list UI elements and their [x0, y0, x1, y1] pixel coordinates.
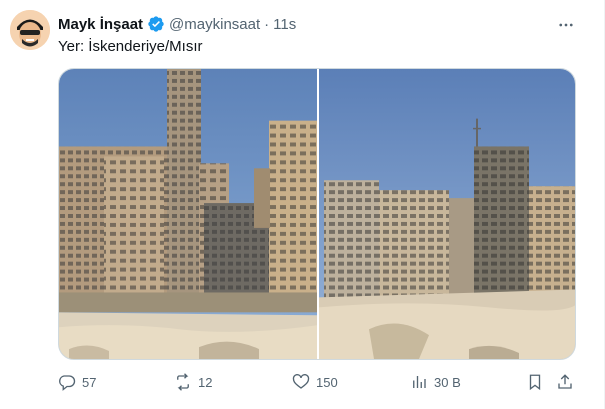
verified-badge-icon [147, 15, 165, 33]
share-button[interactable] [556, 371, 574, 393]
like-count: 150 [316, 374, 338, 390]
media-photo-2[interactable] [319, 69, 575, 359]
repost-icon [177, 373, 189, 391]
tweet-text: Yer: İskenderiye/Mısır [58, 38, 203, 55]
separator-dot: · [264, 15, 270, 33]
author-name[interactable]: Mayk İnşaat [58, 16, 143, 33]
like-button[interactable]: 150 [292, 371, 338, 393]
view-count: 30 B [434, 374, 461, 390]
bookmark-icon [529, 374, 541, 391]
tweet-actions: 57 12 150 30 B [58, 371, 578, 393]
share-icon [558, 374, 572, 389]
media-grid [58, 68, 576, 360]
views-chart-icon [413, 376, 426, 388]
more-dots-icon [559, 23, 573, 27]
reply-count: 57 [82, 374, 97, 390]
repost-count: 12 [198, 374, 213, 390]
tweet[interactable]: Mayk İnşaat @maykinsaat · 11s Yer: İsken… [0, 0, 605, 409]
media-photo-1[interactable] [59, 69, 317, 359]
tweet-header: Mayk İnşaat @maykinsaat · 11s [58, 14, 296, 34]
more-options-button[interactable] [555, 14, 577, 36]
heart-icon [292, 374, 310, 389]
avatar[interactable] [10, 10, 50, 50]
reply-icon [59, 375, 76, 391]
timestamp[interactable]: 11s [273, 16, 296, 33]
reply-button[interactable]: 57 [58, 371, 96, 393]
author-handle[interactable]: @maykinsaat [169, 16, 260, 33]
repost-button[interactable]: 12 [174, 371, 212, 393]
bookmark-button[interactable] [526, 371, 544, 393]
views-button[interactable]: 30 B [410, 371, 461, 393]
